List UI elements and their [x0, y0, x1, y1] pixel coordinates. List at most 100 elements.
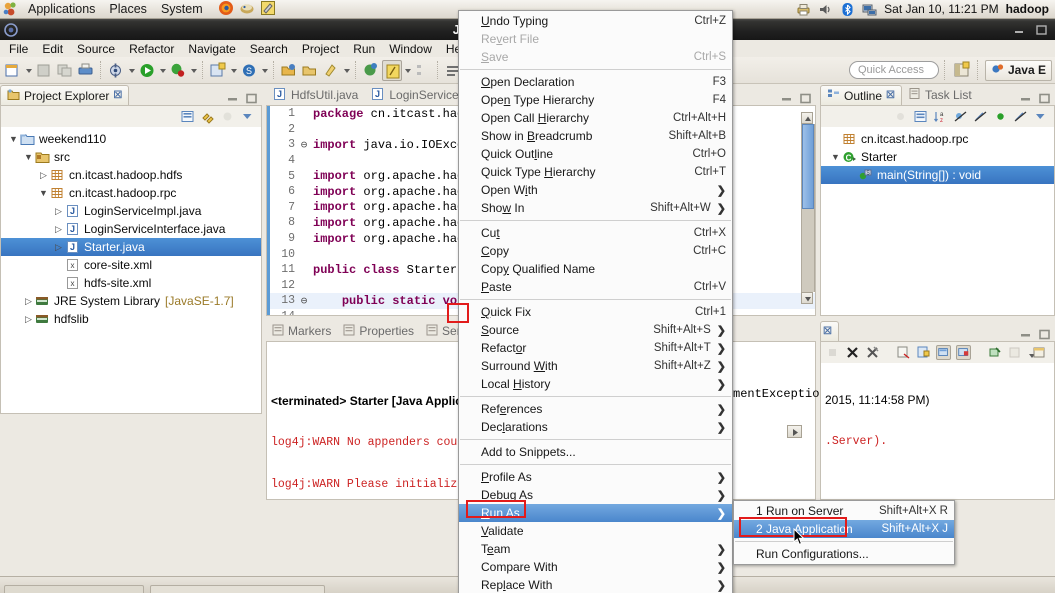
menu-item-compare-with[interactable]: Compare With ❯	[459, 558, 732, 576]
menu-item-show-in[interactable]: Show In Shift+Alt+W ❯	[459, 199, 732, 217]
open-console-icon[interactable]	[1032, 345, 1047, 360]
tree-item-cn-itcast-hadoop-hdfs[interactable]: ▷ cn.itcast.hadoop.hdfs	[1, 166, 261, 184]
tab-project-explorer[interactable]: Project Explorer ☒	[0, 85, 130, 105]
hide-nonpublic-icon[interactable]	[993, 109, 1008, 124]
new-java-project-icon[interactable]	[208, 60, 228, 81]
menu-item-local-history[interactable]: Local History ❯	[459, 375, 732, 393]
expand-arrow-icon[interactable]: ▷	[22, 314, 35, 325]
desktop-menu-system[interactable]: System	[154, 1, 210, 17]
menu-item-validate[interactable]: Validate	[459, 522, 732, 540]
link-with-editor-icon[interactable]	[200, 109, 215, 124]
pin-console-icon[interactable]	[987, 345, 1002, 360]
close-icon[interactable]: ☒	[886, 90, 895, 101]
save-all-icon[interactable]	[55, 60, 75, 81]
editor-context-menu[interactable]: Undo Typing Ctrl+Z Revert File Save Ctrl+S Op…	[458, 10, 733, 593]
tree-item-weekend110[interactable]: ▼ weekend110	[1, 130, 261, 148]
save-icon[interactable]	[34, 60, 54, 81]
view-menu-icon[interactable]	[240, 109, 255, 124]
menu-item-team[interactable]: Team ❯	[459, 540, 732, 558]
desktop-menu-places[interactable]: Places	[102, 1, 154, 17]
tree-item-src[interactable]: ▼ src	[1, 148, 261, 166]
hierarchy-icon[interactable]	[413, 60, 433, 81]
search-dropdown[interactable]	[342, 60, 351, 81]
maximize-button[interactable]	[1034, 24, 1048, 36]
menu-item-open-declaration[interactable]: Open Declaration F3	[459, 73, 732, 91]
tree-item-core-site-xml[interactable]: x core-site.xml	[1, 256, 261, 274]
menu-file[interactable]: File	[2, 41, 35, 57]
menu-edit[interactable]: Edit	[35, 41, 70, 57]
menu-window[interactable]: Window	[382, 41, 439, 57]
display-selected-console-icon[interactable]	[1007, 345, 1022, 360]
menu-item-refactor[interactable]: Refactor Shift+Alt+T ❯	[459, 339, 732, 357]
hide-static-icon[interactable]	[973, 109, 988, 124]
editor-horizontal-scroll-right-arrow[interactable]	[787, 425, 803, 438]
hide-local-icon[interactable]	[1013, 109, 1028, 124]
menu-item-2-java-application[interactable]: 2 Java Application Shift+Alt+X J	[734, 520, 954, 538]
expand-arrow-icon[interactable]: ▷	[37, 170, 50, 181]
run-dropdown[interactable]	[158, 60, 167, 81]
run-icon[interactable]	[137, 60, 157, 81]
new-dropdown[interactable]	[24, 60, 33, 81]
markocc-dropdown[interactable]	[403, 60, 412, 81]
tab-outline[interactable]: Outline ☒	[820, 85, 902, 105]
open-type-icon[interactable]	[279, 60, 299, 81]
taskbar-window-button[interactable]	[4, 585, 144, 593]
build-dropdown[interactable]	[127, 60, 136, 81]
volume-icon[interactable]	[818, 2, 833, 17]
expand-arrow-icon[interactable]: ▼	[7, 134, 20, 144]
text-editor-icon[interactable]	[260, 0, 276, 19]
menu-item-copy-qualified-name[interactable]: Copy Qualified Name	[459, 260, 732, 278]
menu-item-run-configurations[interactable]: Run Configurations...	[734, 545, 954, 563]
menu-item-open-type-hierarchy[interactable]: Open Type Hierarchy F4	[459, 91, 732, 109]
menu-item-run-as[interactable]: Run As ❯	[459, 504, 732, 522]
menu-item-profile-as[interactable]: Profile As ❯	[459, 468, 732, 486]
profile-icon[interactable]	[361, 60, 381, 81]
minimize-icon[interactable]	[226, 92, 239, 105]
scroll-down-arrow[interactable]	[801, 292, 813, 304]
printer-icon[interactable]	[796, 2, 811, 17]
expand-arrow-icon[interactable]: ▼	[37, 188, 50, 198]
menu-item-open-with[interactable]: Open With ❯	[459, 181, 732, 199]
menu-item-paste[interactable]: Paste Ctrl+V	[459, 278, 732, 296]
run-as-submenu[interactable]: 1 Run on Server Shift+Alt+X R 2 Java Appli…	[733, 500, 955, 565]
fold-marker-icon[interactable]: ⊖	[299, 138, 309, 152]
expand-arrow-icon[interactable]: ▷	[52, 242, 65, 253]
outline-item-starter[interactable]: ▼ C Starter	[821, 148, 1054, 166]
print-icon[interactable]	[76, 60, 96, 81]
editor-tab-loginservice[interactable]: J LoginService	[364, 85, 464, 105]
minimize-icon[interactable]	[1019, 328, 1032, 341]
external-tools-dropdown[interactable]	[260, 60, 269, 81]
menu-item-debug-as[interactable]: Debug As ❯	[459, 486, 732, 504]
tab-console[interactable]: ☒	[820, 321, 839, 341]
menu-item-source[interactable]: Source Shift+Alt+S ❯	[459, 321, 732, 339]
open-perspective-icon[interactable]	[952, 60, 972, 80]
lock-scroll-icon[interactable]	[916, 345, 931, 360]
tree-item-starter-java[interactable]: ▷ J Starter.java	[1, 238, 261, 256]
bottom-tab-markers[interactable]: Markers	[266, 321, 337, 341]
taskbar-window-button-2[interactable]	[150, 585, 325, 593]
expand-arrow-icon[interactable]: ▼	[22, 152, 35, 162]
menu-item-surround-with[interactable]: Surround With Shift+Alt+Z ❯	[459, 357, 732, 375]
minimize-icon[interactable]	[780, 92, 793, 105]
menu-item-quick-fix[interactable]: Quick Fix Ctrl+1	[459, 303, 732, 321]
menu-item-undo-typing[interactable]: Undo Typing Ctrl+Z	[459, 12, 732, 30]
perspective-java-ee[interactable]: Java E	[984, 59, 1052, 81]
debug-dropdown[interactable]	[189, 60, 198, 81]
desktop-menu-applications[interactable]: Applications	[21, 1, 102, 17]
menu-item-open-call-hierarchy[interactable]: Open Call Hierarchy Ctrl+Alt+H	[459, 109, 732, 127]
maximize-icon[interactable]	[1038, 328, 1051, 341]
hide-fields-icon[interactable]	[953, 109, 968, 124]
build-icon[interactable]	[106, 60, 126, 81]
bluetooth-icon[interactable]	[840, 2, 855, 17]
external-tools-icon[interactable]: S	[239, 60, 259, 81]
editor-vertical-scrollbar[interactable]	[801, 112, 815, 304]
collapse-all-icon[interactable]	[180, 109, 195, 124]
menu-search[interactable]: Search	[243, 41, 295, 57]
console-output-right[interactable]: 2015, 11:14:58 PM) .Server). more info.	[821, 363, 1054, 499]
debug-icon[interactable]	[168, 60, 188, 81]
menu-run[interactable]: Run	[346, 41, 382, 57]
remove-all-launches-icon[interactable]	[865, 345, 880, 360]
show-console-on-error-icon[interactable]	[956, 345, 971, 360]
evolution-mail-icon[interactable]	[239, 0, 255, 19]
maximize-icon[interactable]	[1038, 92, 1051, 105]
